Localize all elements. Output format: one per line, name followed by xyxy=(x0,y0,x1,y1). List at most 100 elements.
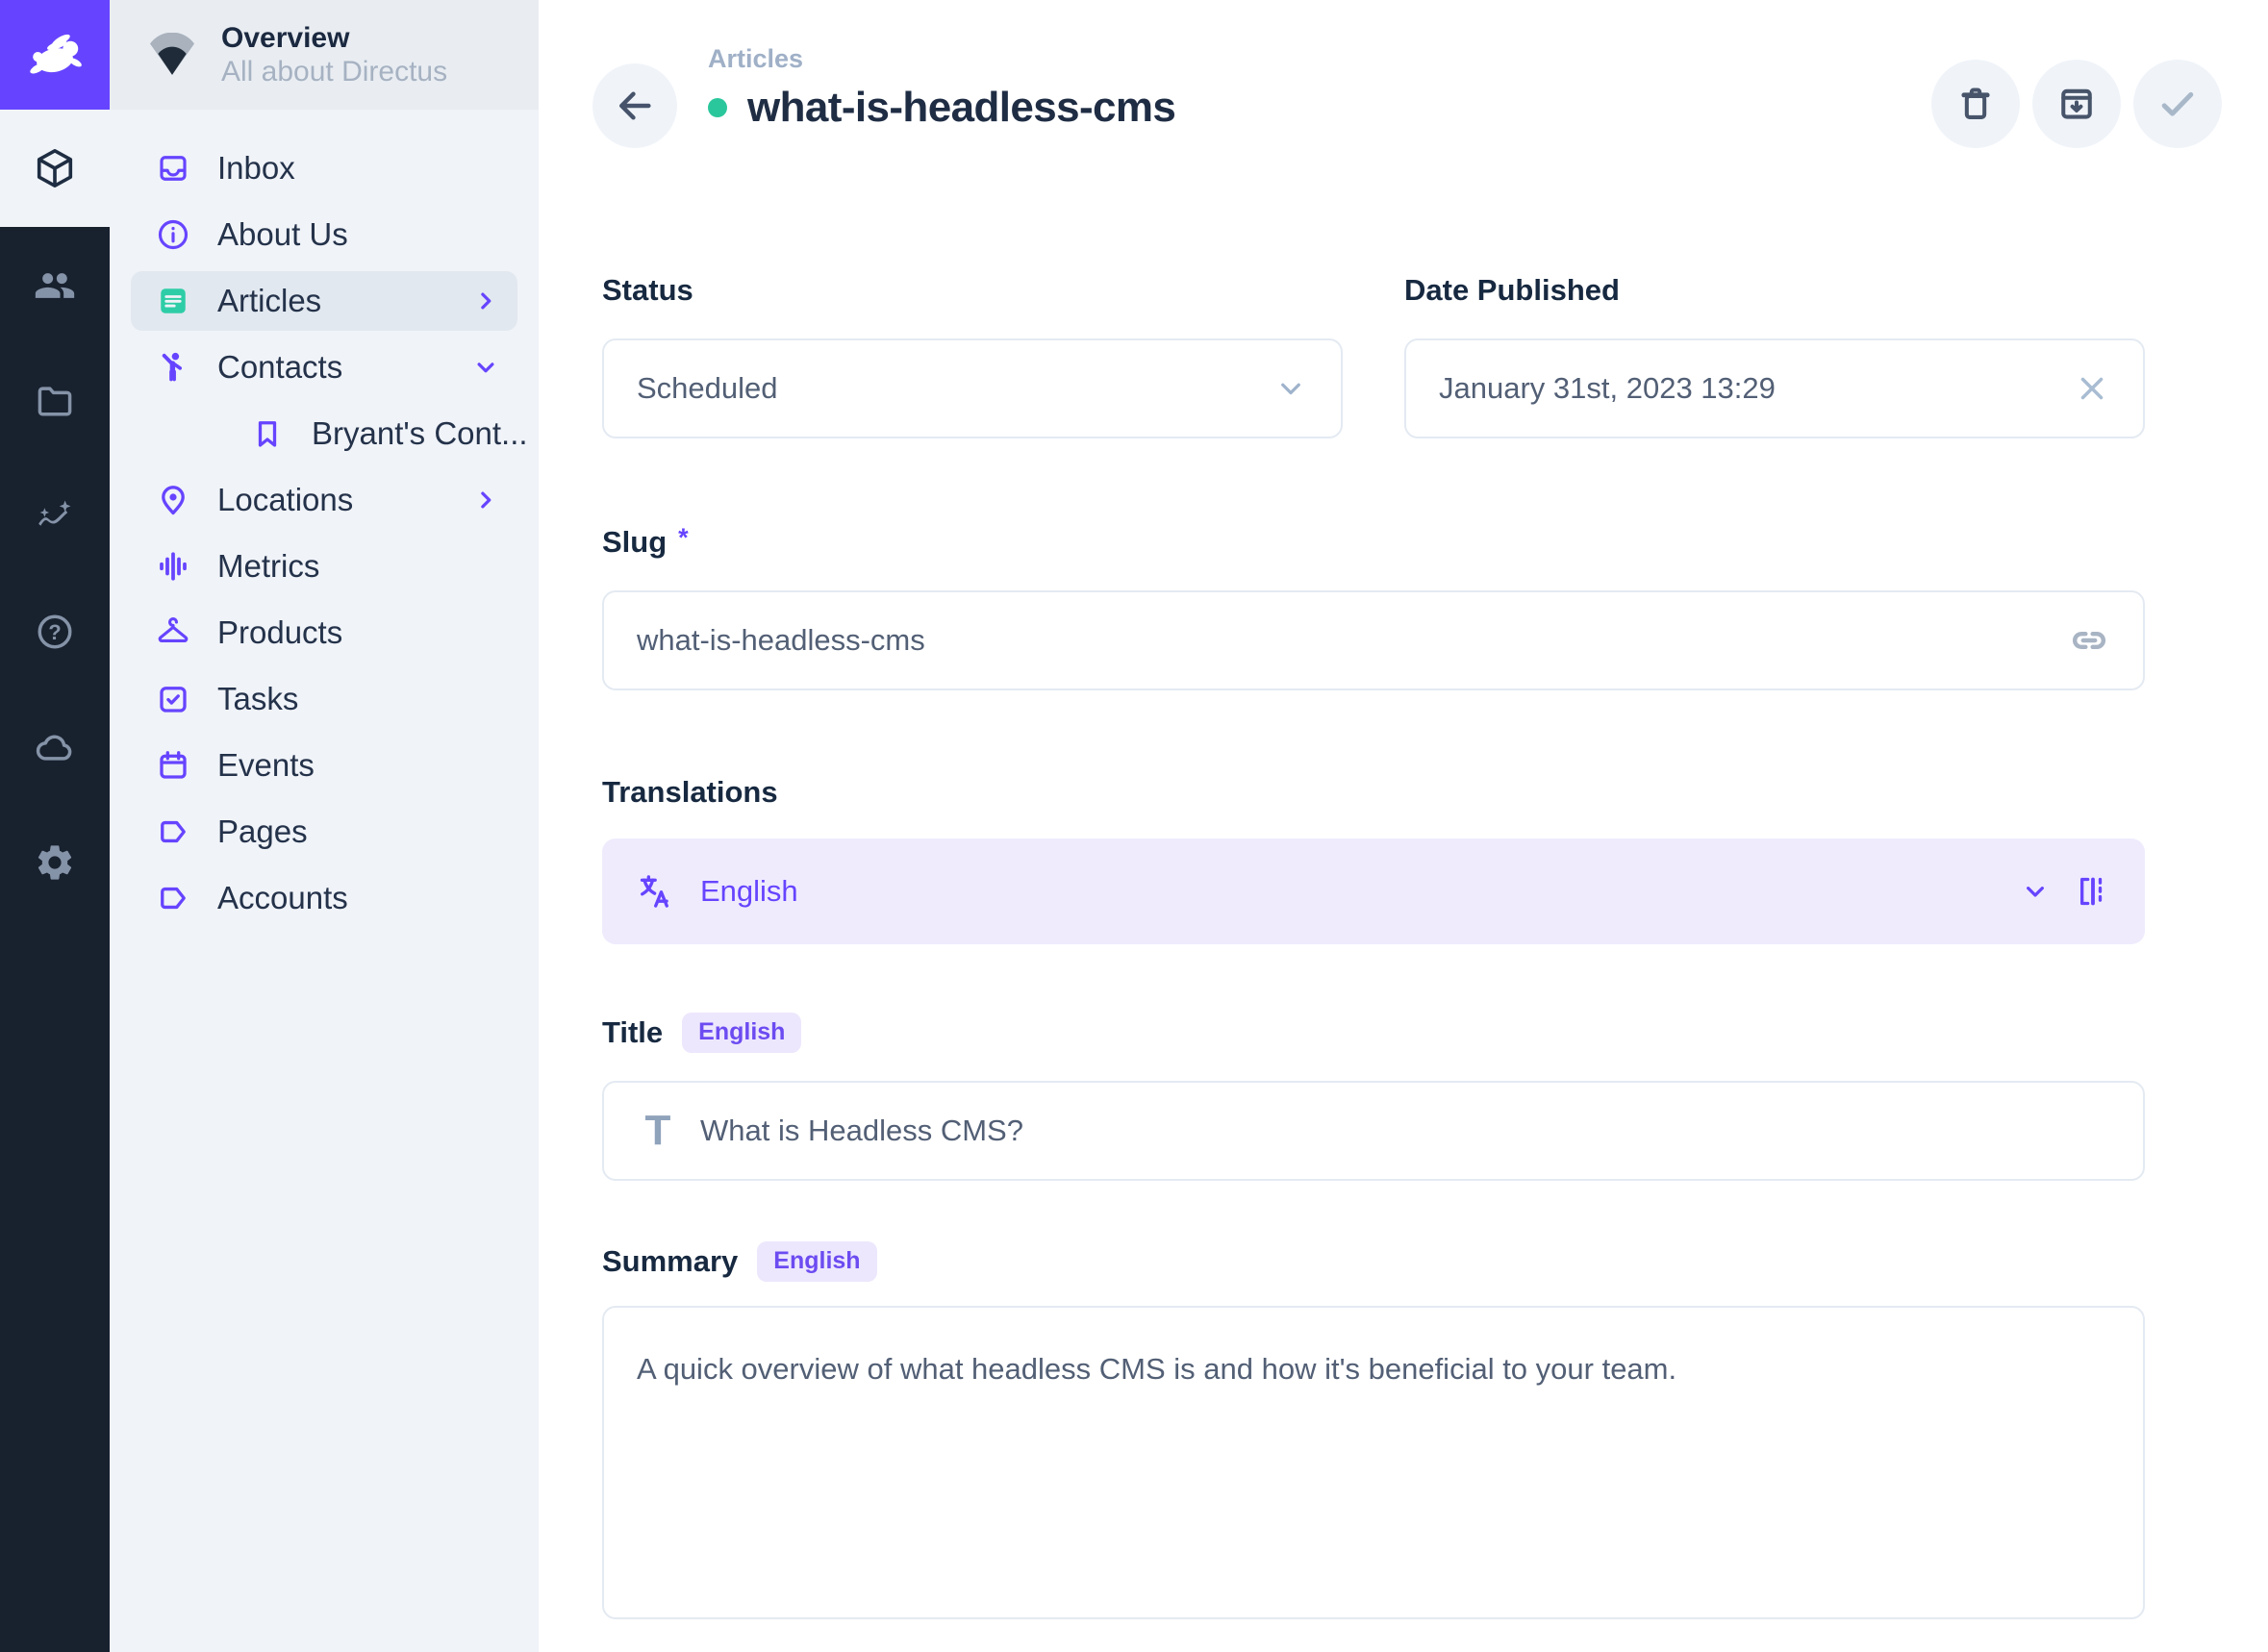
sidebar-item-label: Inbox xyxy=(217,150,295,187)
sidebar-item-label: Articles xyxy=(217,283,321,319)
sidebar-item-inbox[interactable]: Inbox xyxy=(131,138,517,198)
module-insights[interactable] xyxy=(34,495,76,538)
slug-value: what-is-headless-cms xyxy=(637,623,925,658)
sidebar-item-accounts[interactable]: Accounts xyxy=(131,868,517,928)
person-waving-icon xyxy=(156,350,190,385)
info-icon xyxy=(156,217,190,252)
summary-value: A quick overview of what headless CMS is… xyxy=(637,1352,1676,1386)
save-button[interactable] xyxy=(2133,60,2222,148)
sidebar-item-label: Events xyxy=(217,747,315,784)
nav-list: Inbox About Us Articles xyxy=(110,110,539,928)
sidebar-item-contacts[interactable]: Contacts xyxy=(131,338,517,397)
summary-textarea[interactable]: A quick overview of what headless CMS is… xyxy=(602,1306,2145,1619)
title-field-group: Title English T What is Headless CMS? xyxy=(602,1014,2145,1181)
status-label: Status xyxy=(602,271,1343,310)
header-actions xyxy=(1931,60,2222,148)
sidebar-item-label: Pages xyxy=(217,813,308,850)
split-view-icon[interactable] xyxy=(2074,872,2112,911)
translations-selector[interactable]: English xyxy=(602,839,2145,944)
chevron-down-icon xyxy=(1273,371,1308,406)
tag-icon xyxy=(156,881,190,915)
status-select[interactable]: Scheduled xyxy=(602,338,1343,438)
module-settings[interactable] xyxy=(34,841,76,884)
status-dot xyxy=(708,98,727,117)
sidebar-item-locations[interactable]: Locations xyxy=(131,470,517,530)
bookmark-icon xyxy=(250,416,285,451)
article-icon xyxy=(156,284,190,318)
summary-field-group: Summary English A quick overview of what… xyxy=(602,1242,2145,1619)
chevron-right-icon xyxy=(471,486,500,514)
sidebar-item-articles[interactable]: Articles xyxy=(131,271,517,331)
sidebar-item-label: Contacts xyxy=(217,349,342,386)
summary-label: Summary xyxy=(602,1244,738,1279)
archive-button[interactable] xyxy=(2032,60,2121,148)
sidebar-item-about-us[interactable]: About Us xyxy=(131,205,517,264)
date-published-input[interactable]: January 31st, 2023 13:29 xyxy=(1404,338,2145,438)
chevron-down-icon xyxy=(471,353,500,382)
rabbit-logo-icon xyxy=(22,27,88,83)
signal-fan-icon xyxy=(147,33,197,77)
back-button[interactable] xyxy=(592,63,677,148)
delete-button[interactable] xyxy=(1931,60,2020,148)
clear-x-icon[interactable] xyxy=(2074,370,2110,407)
chevron-right-icon xyxy=(471,287,500,315)
sidebar-item-pages[interactable]: Pages xyxy=(131,802,517,862)
trash-icon xyxy=(1954,83,1997,125)
sidebar-item-label: Tasks xyxy=(217,681,298,717)
directus-logo[interactable] xyxy=(0,0,110,110)
map-pin-icon xyxy=(156,483,190,517)
page-title: what-is-headless-cms xyxy=(747,83,1175,133)
translations-value: English xyxy=(700,874,798,909)
date-published-label: Date Published xyxy=(1404,271,2145,310)
svg-text:?: ? xyxy=(48,620,61,644)
breadcrumb[interactable]: Articles xyxy=(708,42,1175,75)
page-header: Articles what-is-headless-cms xyxy=(539,0,2268,148)
people-icon xyxy=(34,264,76,307)
title-value: What is Headless CMS? xyxy=(700,1114,1023,1148)
insights-icon xyxy=(34,495,76,538)
sidebar-item-events[interactable]: Events xyxy=(131,736,517,795)
sidebar-item-label: Metrics xyxy=(217,548,319,585)
sidebar-item-products[interactable]: Products xyxy=(131,603,517,663)
translations-field-group: Translations English xyxy=(602,773,2145,944)
check-icon xyxy=(2155,82,2200,126)
chevron-down-icon[interactable] xyxy=(2020,876,2051,907)
inbox-icon xyxy=(156,151,190,186)
sidebar-item-metrics[interactable]: Metrics xyxy=(131,537,517,596)
sidebar-item-bryants-contacts[interactable]: Bryant's Cont... xyxy=(131,404,517,463)
box-icon xyxy=(33,146,77,190)
language-badge: English xyxy=(757,1241,876,1282)
slug-input[interactable]: what-is-headless-cms xyxy=(602,590,2145,690)
module-files[interactable] xyxy=(34,380,76,422)
module-cloud[interactable] xyxy=(34,726,76,768)
arrow-left-icon xyxy=(613,84,657,128)
project-title: Overview xyxy=(221,21,447,55)
module-help[interactable]: ? xyxy=(34,611,76,653)
language-badge: English xyxy=(682,1013,801,1053)
task-check-icon xyxy=(156,682,190,716)
form: Status Scheduled Date Published January … xyxy=(539,271,2268,1619)
calendar-icon xyxy=(156,748,190,783)
required-asterisk: * xyxy=(678,523,689,553)
slug-field-group: Slug * what-is-headless-cms xyxy=(602,523,2145,690)
status-value: Scheduled xyxy=(637,371,778,406)
status-field-group: Status Scheduled xyxy=(602,271,1343,438)
main-content: Articles what-is-headless-cms xyxy=(539,0,2268,1652)
module-users[interactable] xyxy=(34,264,76,307)
module-content-active[interactable] xyxy=(0,110,110,227)
archive-icon xyxy=(2055,83,2098,125)
nav-sidebar: Overview All about Directus Inbox About … xyxy=(110,0,539,1652)
tag-icon xyxy=(156,814,190,849)
module-bar: ? xyxy=(0,0,110,1652)
date-published-field-group: Date Published January 31st, 2023 13:29 xyxy=(1404,271,2145,438)
slug-label: Slug xyxy=(602,525,667,560)
sidebar-item-label: Locations xyxy=(217,482,353,518)
project-header[interactable]: Overview All about Directus xyxy=(110,0,539,110)
translate-icon xyxy=(635,871,675,912)
link-icon xyxy=(2068,619,2110,662)
folder-icon xyxy=(34,380,76,422)
title-input[interactable]: T What is Headless CMS? xyxy=(602,1081,2145,1181)
title-label: Title xyxy=(602,1015,663,1050)
sidebar-item-tasks[interactable]: Tasks xyxy=(131,669,517,729)
gear-icon xyxy=(34,841,76,884)
